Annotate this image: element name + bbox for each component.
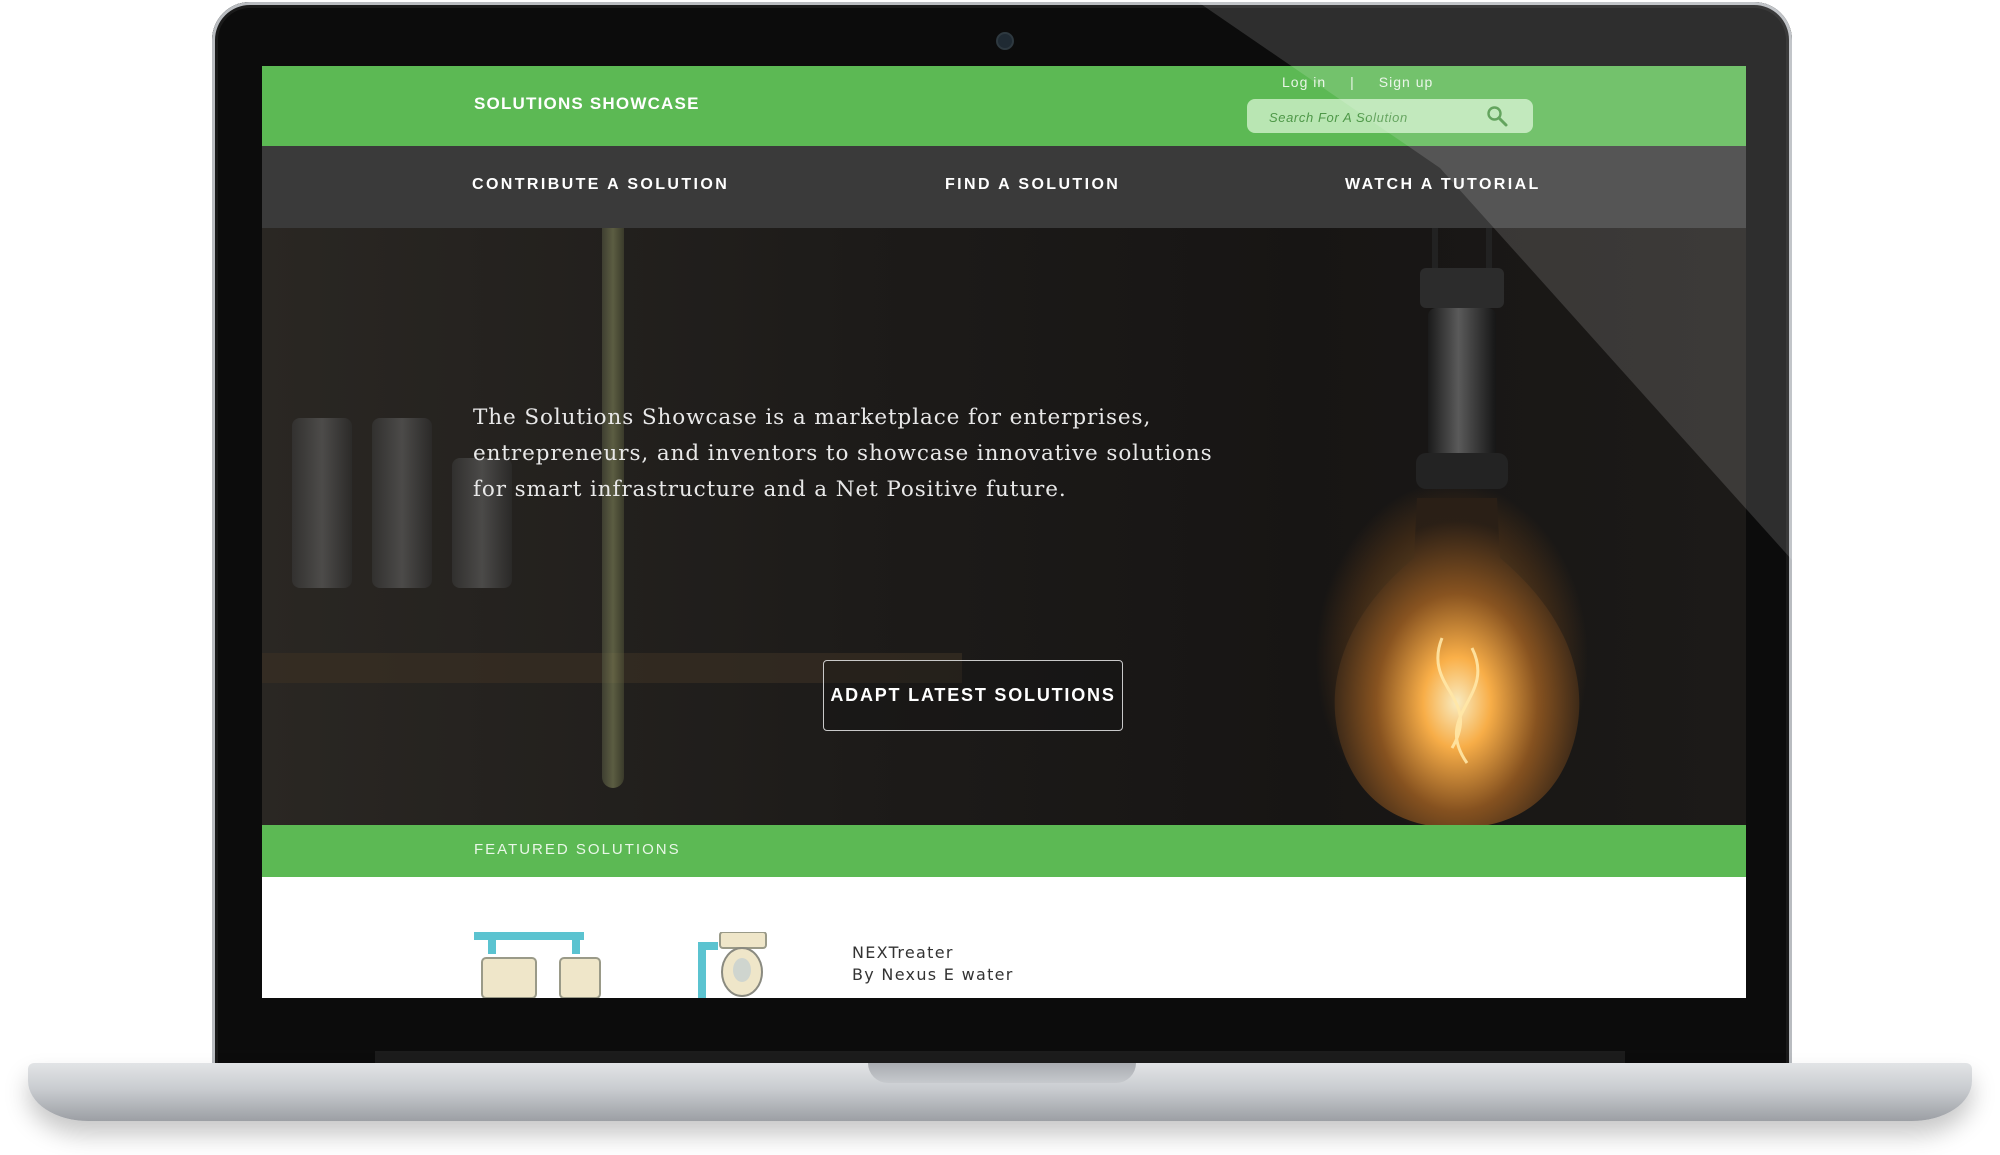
hero-section: The Solutions Showcase is a marketplace … <box>262 228 1746 828</box>
nav-contribute-solution[interactable]: CONTRIBUTE A SOLUTION <box>472 176 729 194</box>
auth-separator: | <box>1350 74 1355 90</box>
featured-solutions-label: FEATURED SOLUTIONS <box>474 841 681 858</box>
solution-title[interactable]: NEXTreater <box>852 943 954 962</box>
adapt-latest-solutions-button[interactable]: ADAPT LATEST SOLUTIONS <box>823 660 1123 731</box>
laptop-notch <box>868 1063 1136 1083</box>
nav-find-solution[interactable]: FIND A SOLUTION <box>945 176 1120 194</box>
site-brand[interactable]: SOLUTIONS SHOWCASE <box>474 94 700 114</box>
website-screen: SOLUTIONS SHOWCASE Log in | Sign up CONTRI… <box>262 66 1746 998</box>
laptop-hinge <box>375 1051 1625 1063</box>
featured-solutions-bar: FEATURED SOLUTIONS <box>262 825 1746 877</box>
featured-solutions-list: NEXTreater By Nexus E water <box>262 877 1746 998</box>
light-bulb-image <box>1334 498 1580 828</box>
lamp-socket-image <box>1416 228 1508 489</box>
hero-description: The Solutions Showcase is a marketplace … <box>473 405 1213 502</box>
solution-thumbnail[interactable] <box>474 932 609 998</box>
search-input[interactable] <box>1267 104 1491 130</box>
nav-watch-tutorial[interactable]: WATCH A TUTORIAL <box>1345 176 1541 194</box>
solution-thumbnail[interactable] <box>698 932 768 998</box>
webcam <box>996 32 1014 50</box>
signup-link[interactable]: Sign up <box>1379 74 1433 90</box>
top-bar: SOLUTIONS SHOWCASE Log in | Sign up <box>262 66 1746 146</box>
hero-background-jar <box>292 418 352 588</box>
hero-background-jar <box>372 418 432 588</box>
search-box <box>1247 99 1533 133</box>
search-icon[interactable] <box>1485 104 1509 128</box>
login-link[interactable]: Log in <box>1282 74 1326 90</box>
hero-background-tube <box>602 228 624 788</box>
auth-links: Log in | Sign up <box>1282 74 1433 90</box>
solution-vendor: By Nexus E water <box>852 965 1014 984</box>
main-nav: CONTRIBUTE A SOLUTION FIND A SOLUTION WA… <box>262 146 1746 228</box>
